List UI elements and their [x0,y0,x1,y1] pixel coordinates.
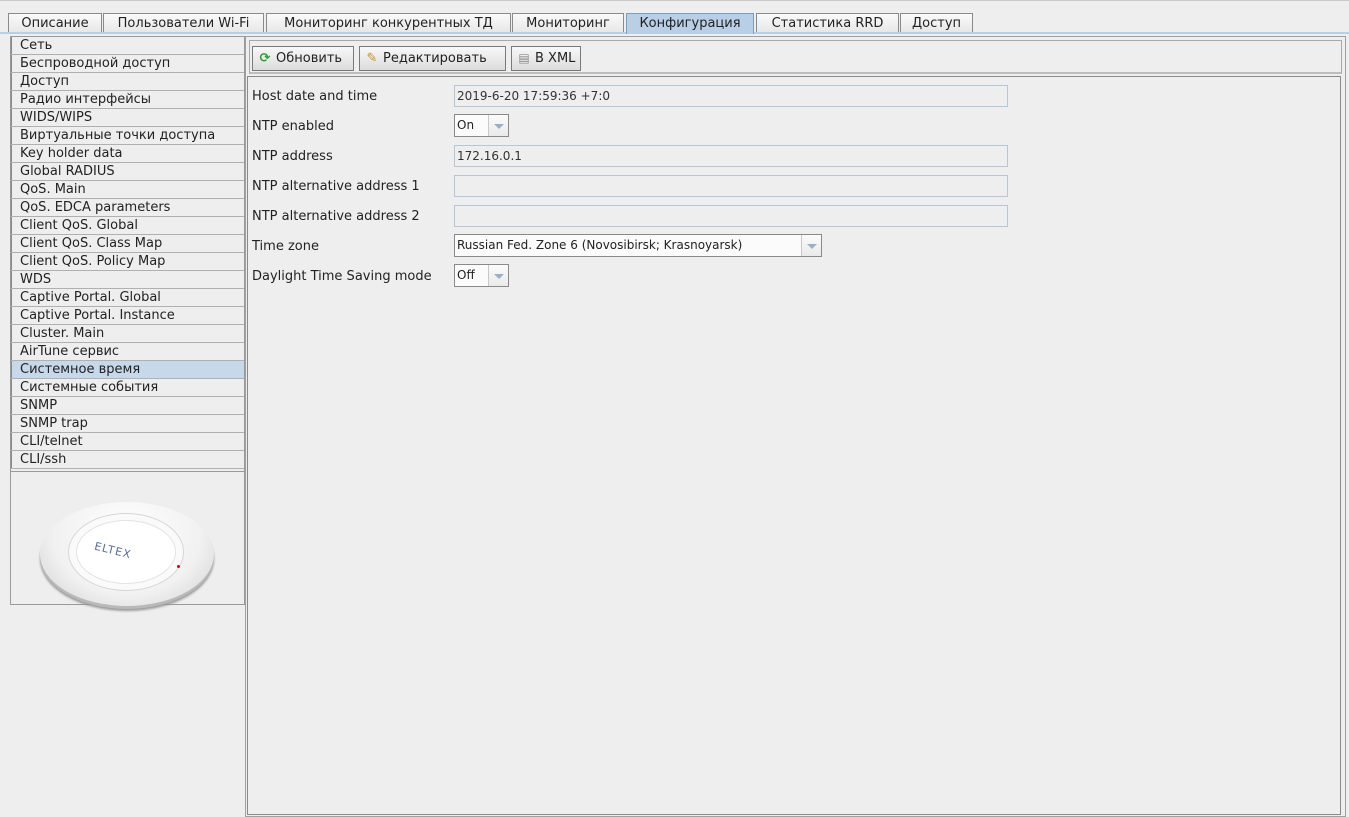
sidebar-item-virtual-aps[interactable]: Виртуальные точки доступа [11,127,244,145]
sidebar-item-qos-edca[interactable]: QoS. EDCA parameters [11,199,244,217]
tab-monitoring[interactable]: Мониторинг [512,13,624,33]
sidebar-item-captive-portal-instance[interactable]: Captive Portal. Instance [11,307,244,325]
tab-wifi-users[interactable]: Пользователи Wi-Fi [103,13,264,33]
host-date-field: 2019-6-20 17:59:36 +7:0 [454,85,1008,107]
sidebar-item-client-qos-class-map[interactable]: Client QoS. Class Map [11,235,244,253]
sidebar-item-cluster-main[interactable]: Cluster. Main [11,325,244,343]
refresh-button[interactable]: ⟳ Обновить [252,46,354,71]
tab-rrd-statistics[interactable]: Статистика RRD [756,13,899,33]
ntp-alt2-field[interactable] [454,205,1008,227]
sidebar-item-client-qos-global[interactable]: Client QoS. Global [11,217,244,235]
sidebar-item-wds[interactable]: WDS [11,271,244,289]
ntp-enabled-select[interactable]: On [454,114,509,137]
sidebar-item-wireless-access[interactable]: Беспроводной доступ [11,55,244,73]
tab-access[interactable]: Доступ [900,13,973,33]
access-point-image: ELTEX [40,502,214,606]
sidebar-item-qos-main[interactable]: QoS. Main [11,181,244,199]
timezone-label: Time zone [252,239,319,254]
config-sidebar: Сеть Беспроводной доступ Доступ Радио ин… [10,36,245,606]
status-led [177,565,180,568]
sidebar-item-cli-telnet[interactable]: CLI/telnet [11,433,244,451]
export-xml-button[interactable]: ▤ В XML [511,46,581,71]
ntp-enabled-label: NTP enabled [252,119,334,134]
sidebar-item-access[interactable]: Доступ [11,73,244,91]
host-date-label: Host date and time [252,89,378,104]
tab-configuration[interactable]: Конфигурация [626,13,754,34]
sidebar-item-radio-interfaces[interactable]: Радио интерфейсы [11,91,244,109]
dst-label: Daylight Time Saving mode [252,269,432,284]
sidebar-item-cli-ssh[interactable]: CLI/ssh [11,451,244,469]
tab-rogue-ap-monitoring[interactable]: Мониторинг конкурентных ТД [266,13,511,33]
chevron-down-icon[interactable] [488,115,508,136]
toolbar: ⟳ Обновить ✎ Редактировать ▤ В XML [249,40,1342,74]
tab-description[interactable]: Описание [8,13,102,33]
refresh-icon: ⟳ [259,51,271,66]
document-icon: ▤ [518,51,530,65]
timezone-select[interactable]: Russian Fed. Zone 6 (Novosibirsk; Krasno… [454,234,822,257]
sidebar-item-system-time[interactable]: Системное время [11,361,244,379]
pencil-icon: ✎ [366,51,378,66]
ntp-alt2-label: NTP alternative address 2 [252,209,420,224]
ntp-address-label: NTP address [252,149,333,164]
sidebar-item-client-qos-policy-map[interactable]: Client QoS. Policy Map [11,253,244,271]
sidebar-item-key-holder-data[interactable]: Key holder data [11,145,244,163]
sidebar-item-snmp[interactable]: SNMP [11,397,244,415]
main-tab-bar: Описание Пользователи Wi-Fi Мониторинг к… [0,0,1349,34]
sidebar-item-global-radius[interactable]: Global RADIUS [11,163,244,181]
sidebar-item-wids-wips[interactable]: WIDS/WIPS [11,109,244,127]
sidebar-item-system-events[interactable]: Системные события [11,379,244,397]
chevron-down-icon[interactable] [488,265,508,286]
sidebar-item-captive-portal-global[interactable]: Captive Portal. Global [11,289,244,307]
device-image-panel: ELTEX [11,471,244,606]
sidebar-item-snmp-trap[interactable]: SNMP trap [11,415,244,433]
ntp-alt1-label: NTP alternative address 1 [252,179,420,194]
sidebar-item-airtune[interactable]: AirTune сервис [11,343,244,361]
main-panel: ⟳ Обновить ✎ Редактировать ▤ В XML Host dat… [245,36,1346,817]
chevron-down-icon[interactable] [801,235,821,256]
ntp-address-field[interactable]: 172.16.0.1 [454,145,1008,167]
ntp-alt1-field[interactable] [454,175,1008,197]
system-time-form: Host date and time 2019-6-20 17:59:36 +7… [247,76,1341,815]
edit-button[interactable]: ✎ Редактировать [359,46,506,71]
sidebar-item-network[interactable]: Сеть [11,37,244,55]
dst-select[interactable]: Off [454,264,509,287]
